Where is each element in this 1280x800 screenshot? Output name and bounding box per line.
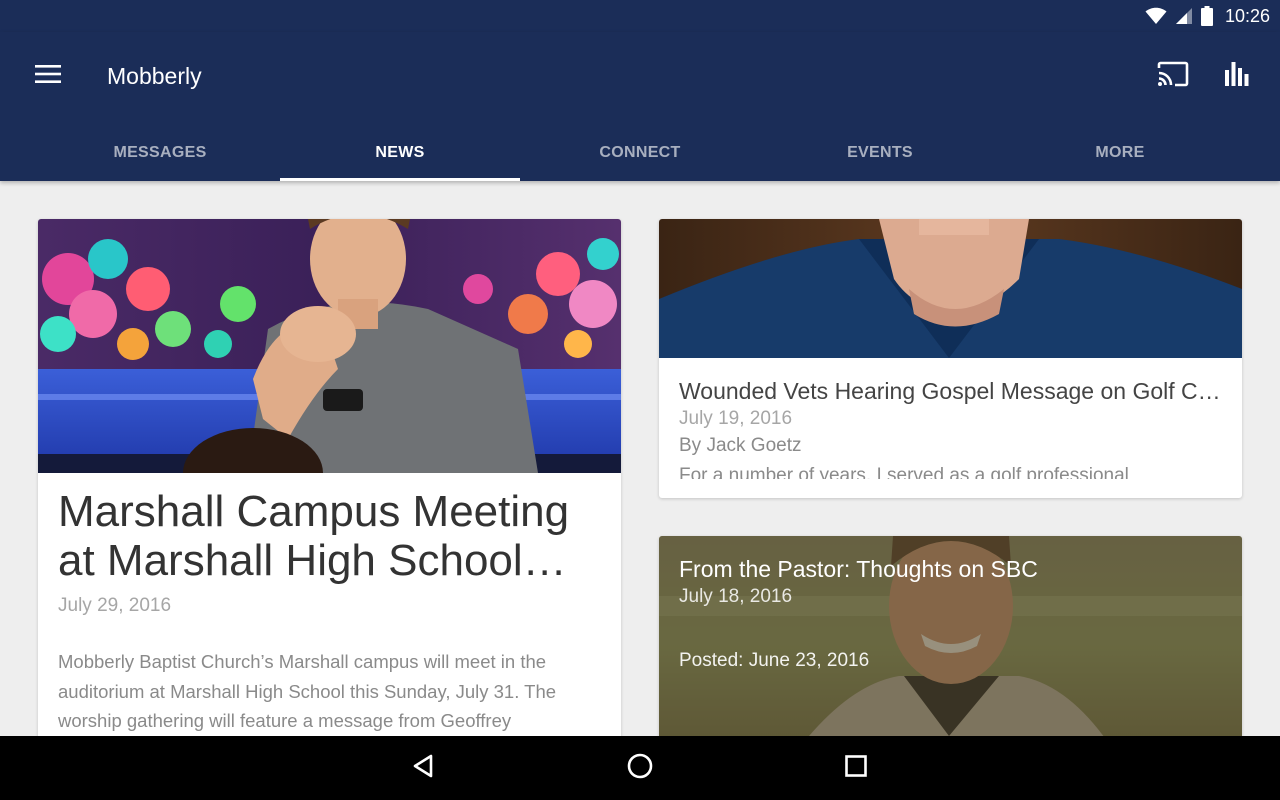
app-bar: Mobberly MESSAGES NEWS CONNECT EVENTS MO… [0, 32, 1280, 181]
news-card-snippet: For a number of years, I served as a gol… [679, 465, 1129, 479]
tab-messages[interactable]: MESSAGES [40, 124, 280, 181]
stats-button[interactable] [1213, 52, 1261, 100]
news-card-title: Wounded Vets Hearing Gospel Message on G… [679, 378, 1224, 404]
news-feed[interactable]: Marshall Campus Meeting at Marshall High… [0, 181, 1280, 736]
tab-more[interactable]: MORE [1000, 124, 1240, 181]
news-card-date: July 19, 2016 [679, 408, 793, 429]
stats-icon [1223, 60, 1251, 93]
news-card-date: July 18, 2016 [679, 586, 793, 607]
news-card-image [659, 219, 1242, 358]
tab-label: CONNECT [599, 143, 681, 161]
recents-button[interactable] [832, 744, 880, 792]
app-title: Mobberly [107, 63, 202, 89]
news-card-wounded-vets[interactable]: Wounded Vets Hearing Gospel Message on G… [659, 219, 1242, 498]
tab-bar: MESSAGES NEWS CONNECT EVENTS MORE [40, 124, 1240, 181]
home-icon [626, 752, 654, 785]
tab-label: MESSAGES [113, 143, 207, 161]
cast-button[interactable] [1149, 52, 1197, 100]
wifi-icon [1145, 7, 1167, 25]
system-nav-bar [0, 736, 1280, 800]
recents-icon [844, 754, 868, 783]
menu-icon [35, 64, 61, 89]
tab-news[interactable]: NEWS [280, 124, 520, 181]
news-card-marshall-campus[interactable]: Marshall Campus Meeting at Marshall High… [38, 219, 621, 736]
news-card-from-the-pastor[interactable]: From the Pastor: Thoughts on SBC July 18… [659, 536, 1242, 736]
status-icons: 10:26 [1145, 0, 1270, 32]
tab-label: NEWS [375, 143, 425, 161]
tab-label: EVENTS [847, 143, 913, 161]
tab-indicator [280, 178, 520, 181]
tab-events[interactable]: EVENTS [760, 124, 1000, 181]
news-card-image [38, 219, 621, 473]
news-card-title: Marshall Campus Meeting at Marshall High… [58, 487, 570, 585]
home-button[interactable] [616, 744, 664, 792]
tab-label: MORE [1095, 143, 1145, 161]
news-card-body: Mobberly Baptist Church’s Marshall campu… [58, 651, 557, 731]
news-card-title: From the Pastor: Thoughts on SBC [679, 556, 1038, 582]
battery-icon [1200, 6, 1213, 26]
cast-icon [1157, 61, 1189, 92]
news-card-snippet-clip: For a number of years, I served as a gol… [659, 464, 1242, 479]
menu-button[interactable] [24, 52, 72, 100]
news-card-date: July 29, 2016 [58, 595, 172, 616]
back-button[interactable] [400, 744, 448, 792]
back-icon [411, 753, 437, 784]
status-bar: 10:26 [0, 0, 1280, 32]
tab-connect[interactable]: CONNECT [520, 124, 760, 181]
news-card-posted: Posted: June 23, 2016 [679, 650, 870, 671]
cell-signal-icon [1175, 7, 1193, 25]
status-time: 10:26 [1224, 5, 1270, 26]
news-card-author: By Jack Goetz [679, 435, 802, 456]
